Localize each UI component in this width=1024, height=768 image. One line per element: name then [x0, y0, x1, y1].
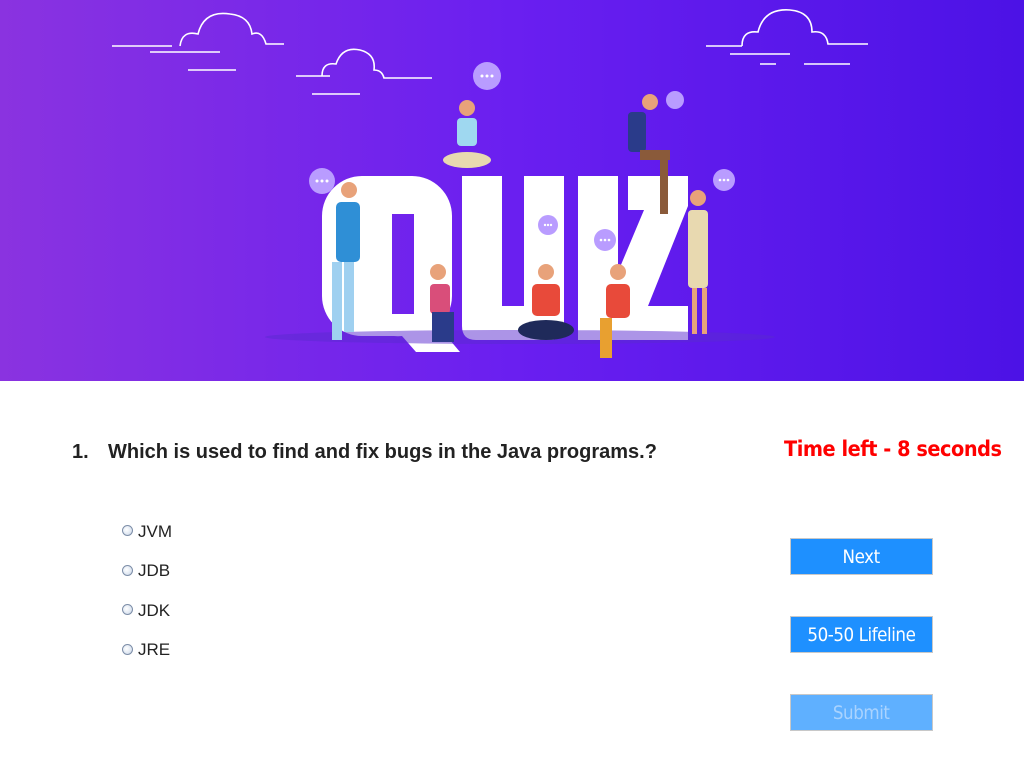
quiz-letters	[322, 176, 688, 352]
option-jvm[interactable]: JVM	[122, 512, 172, 552]
answer-options: JVM JDB JDK JRE	[122, 512, 172, 670]
option-label: JDB	[138, 561, 171, 581]
time-left-label: Time left - 8 seconds	[784, 437, 1002, 461]
quiz-banner-illustration	[112, 9, 868, 358]
lifeline-button-label: 50-50 Lifeline	[807, 623, 916, 646]
question-label: Which is used to find and fix bugs in th…	[108, 441, 657, 463]
option-label: JRE	[138, 640, 171, 660]
question-text: 1. Which is used to find and fix bugs in …	[72, 441, 657, 464]
option-label: JDK	[138, 600, 171, 620]
radio-button[interactable]	[122, 564, 133, 576]
submit-button[interactable]: Submit	[790, 694, 933, 731]
radio-button[interactable]	[122, 643, 133, 655]
next-button-label: Next	[842, 545, 881, 568]
question-number: 1.	[72, 441, 89, 463]
radio-button[interactable]	[122, 525, 133, 537]
submit-button-label: Submit	[833, 701, 890, 724]
next-button[interactable]: Next	[790, 538, 933, 575]
option-jre[interactable]: JRE	[122, 631, 172, 671]
radio-button[interactable]	[122, 604, 133, 616]
option-jdk[interactable]: JDK	[122, 591, 172, 631]
option-jdb[interactable]: JDB	[122, 552, 172, 592]
fifty-fifty-lifeline-button[interactable]: 50-50 Lifeline	[790, 616, 933, 653]
quiz-banner	[0, 0, 1024, 381]
option-label: JVM	[138, 521, 172, 541]
